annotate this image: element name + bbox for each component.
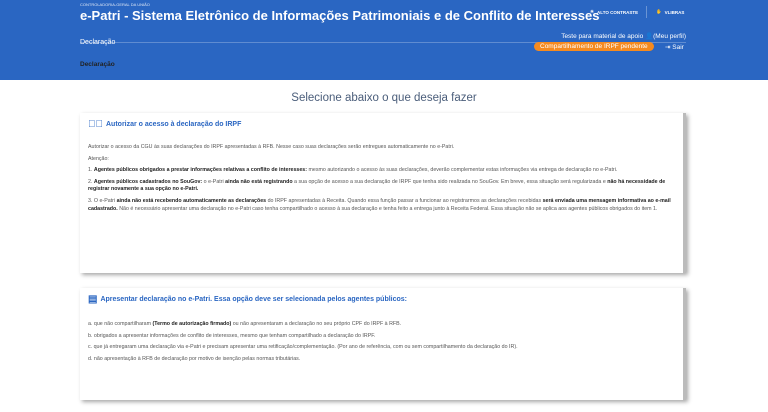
- logout-button[interactable]: ⇥ Sair: [665, 43, 684, 51]
- breadcrumb: Declaração: [80, 61, 115, 68]
- high-contrast-button[interactable]: ☀ ALTO CONTRASTE: [590, 9, 638, 15]
- divider: [646, 6, 647, 18]
- card-title: Apresentar declaração no e-Patri. Essa o…: [100, 296, 408, 303]
- logout-label: Sair: [672, 44, 684, 51]
- user-name: Teste para material de apoio: [561, 33, 644, 40]
- intro: Autorizar o acesso da CGU às suas declar…: [88, 144, 455, 150]
- hands-icon: ✋: [656, 9, 662, 14]
- card-title: Autorizar o acesso à declaração do IRPF: [106, 121, 242, 128]
- item-2: 2. Agentes públicos cadastrados no SouGo…: [88, 178, 666, 193]
- page-title: Selecione abaixo o que deseja fazer: [291, 92, 477, 104]
- item-b: b. obrigados a apresentar informações de…: [88, 332, 376, 339]
- item-3: 3. O e-Patri ainda não está recebendo au…: [88, 197, 671, 212]
- item-d: d. não apresentação à RFB de declaração …: [88, 355, 301, 362]
- profile-link[interactable]: (Meu perfil): [653, 33, 686, 40]
- org-name: CONTROLADORIA-GERAL DA UNIÃO: [80, 2, 150, 7]
- document-icon: ▤: [88, 294, 98, 305]
- irpf-pending-button[interactable]: Compartilhamento de IRPF pendente: [534, 42, 654, 51]
- vlibras-label: VLIBRAS: [664, 9, 685, 15]
- header: CONTROLADORIA-GERAL DA UNIÃO e-Patri - S…: [0, 0, 768, 80]
- nav-declaracao[interactable]: Declaração: [80, 39, 115, 46]
- authorize-irpf-card[interactable]: ✓⃝ Autorizar o acesso à declaração do IRP…: [80, 113, 686, 273]
- user-info: Teste para material de apoio 👤(Meu perfi…: [561, 32, 686, 40]
- vlibras-button[interactable]: ✋ VLIBRAS: [656, 9, 684, 15]
- high-contrast-label: ALTO CONTRASTE: [597, 9, 639, 15]
- check-circle-icon: ✓⃝: [88, 119, 103, 130]
- item-a: a. que não compartilharam (Termo de auto…: [88, 321, 402, 327]
- submit-declaration-card[interactable]: ▤ Apresentar declaração no e-Patri. Essa …: [80, 288, 686, 400]
- user-icon: 👤: [645, 33, 654, 40]
- item-1: 1. Agentes públicos obrigados a prestar …: [88, 167, 618, 174]
- attention: Atenção:: [88, 155, 109, 162]
- app-title: e-Patri - Sistema Eletrônico de Informaç…: [80, 8, 600, 23]
- item-c: c. que já entregaram uma declaração via …: [88, 344, 518, 351]
- logout-icon: ⇥: [665, 44, 671, 51]
- contrast-icon: ☀: [590, 9, 595, 14]
